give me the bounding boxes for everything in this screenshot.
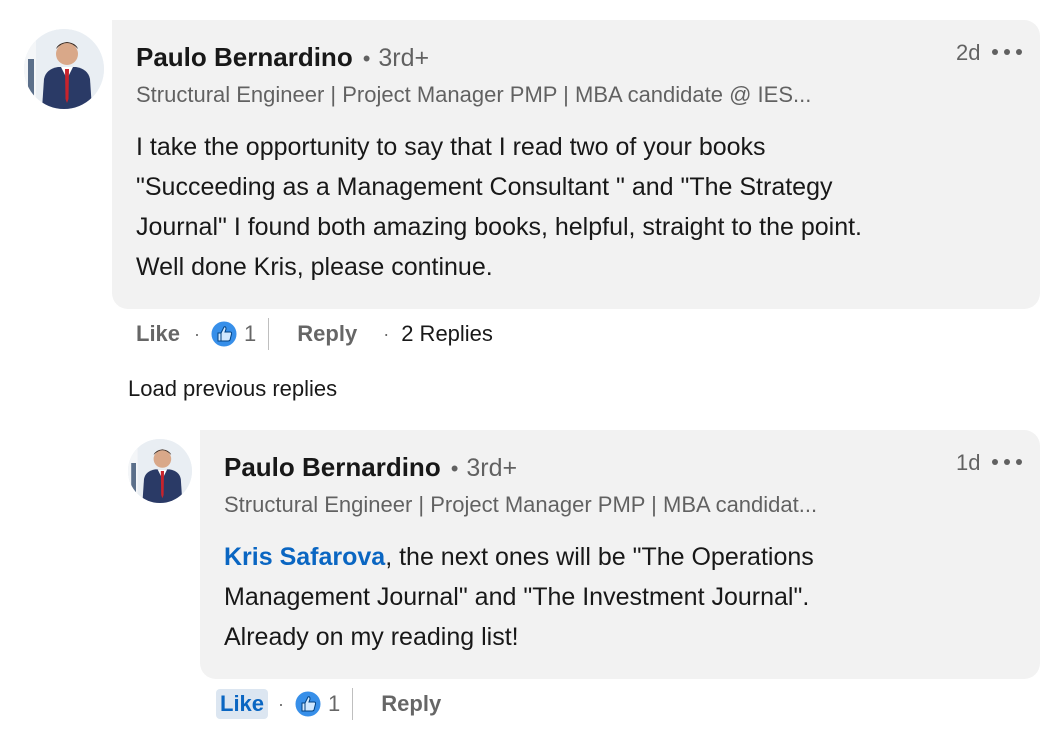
reply-actions: Like · 1 Reply [216, 686, 445, 722]
reply-body-line: Kris Safarova, the next ones will be "Th… [224, 537, 814, 577]
comment-body-line: "Succeeding as a Management Consultant "… [136, 173, 833, 201]
dot-separator: · [194, 323, 201, 344]
replies-count-link[interactable]: 2 Replies [401, 321, 493, 347]
like-button[interactable]: Like [216, 689, 269, 719]
reply-button[interactable]: Reply [377, 689, 445, 719]
author-line: Paulo Bernardino • 3rd+ [136, 42, 429, 73]
profile-photo-icon [24, 29, 104, 109]
author-avatar[interactable] [24, 29, 104, 109]
comment-timestamp: 2d [956, 40, 981, 65]
reactions-summary[interactable]: 1 [294, 690, 340, 718]
more-horizontal-icon [992, 459, 998, 465]
dot-separator: • [362, 46, 371, 71]
reply-body-line: Already on my reading list! [224, 623, 519, 651]
author-avatar[interactable] [128, 439, 192, 503]
author-headline: Structural Engineer | Project Manager PM… [136, 82, 812, 107]
load-previous-replies-link[interactable]: Load previous replies [128, 376, 337, 402]
connection-degree: 3rd+ [466, 454, 518, 482]
reply-bubble: Paulo Bernardino • 3rd+ Structural Engin… [200, 430, 1040, 679]
reply-body-line: Management Journal" and "The Investment … [224, 583, 810, 611]
dot-separator: · [383, 323, 390, 344]
dot [1016, 49, 1022, 55]
author-headline: Structural Engineer | Project Manager PM… [224, 492, 818, 517]
comment-actions: Like · 1 Reply · 2 Replies [132, 316, 493, 352]
comment-body-line: Journal" I found both amazing books, hel… [136, 213, 863, 241]
connection-degree: 3rd+ [378, 44, 430, 72]
comment-body-line: I take the opportunity to say that I rea… [136, 133, 766, 161]
author-name[interactable]: Paulo Bernardino [136, 42, 353, 73]
more-options-button[interactable] [992, 46, 1022, 58]
mention-link[interactable]: Kris Safarova [224, 543, 385, 571]
divider [352, 688, 354, 720]
comment-body: I take the opportunity to say that I rea… [136, 127, 862, 287]
like-reaction-icon [294, 690, 322, 718]
comment-bubble: Paulo Bernardino • 3rd+ Structural Engin… [112, 20, 1040, 309]
author-line: Paulo Bernardino • 3rd+ [224, 452, 517, 483]
dot-separator: · [278, 693, 285, 714]
reply-button[interactable]: Reply [293, 319, 361, 349]
reply-body: Kris Safarova, the next ones will be "Th… [224, 537, 814, 657]
comment-body-line: Well done Kris, please continue. [136, 253, 493, 281]
reply-body-text: , the next ones will be "The Operations [385, 543, 814, 571]
author-name[interactable]: Paulo Bernardino [224, 452, 441, 483]
like-reaction-icon [210, 320, 238, 348]
more-horizontal-icon [992, 49, 998, 55]
divider [268, 318, 270, 350]
like-button[interactable]: Like [132, 319, 184, 349]
reactions-summary[interactable]: 1 [210, 320, 256, 348]
dot-separator: • [450, 456, 459, 481]
reply-timestamp: 1d [956, 450, 981, 475]
dot [1016, 459, 1022, 465]
dot [1004, 49, 1010, 55]
dot [1004, 459, 1010, 465]
reaction-count: 1 [244, 321, 257, 346]
profile-photo-icon [128, 439, 192, 503]
more-options-button[interactable] [992, 456, 1022, 468]
reaction-count: 1 [328, 691, 341, 716]
